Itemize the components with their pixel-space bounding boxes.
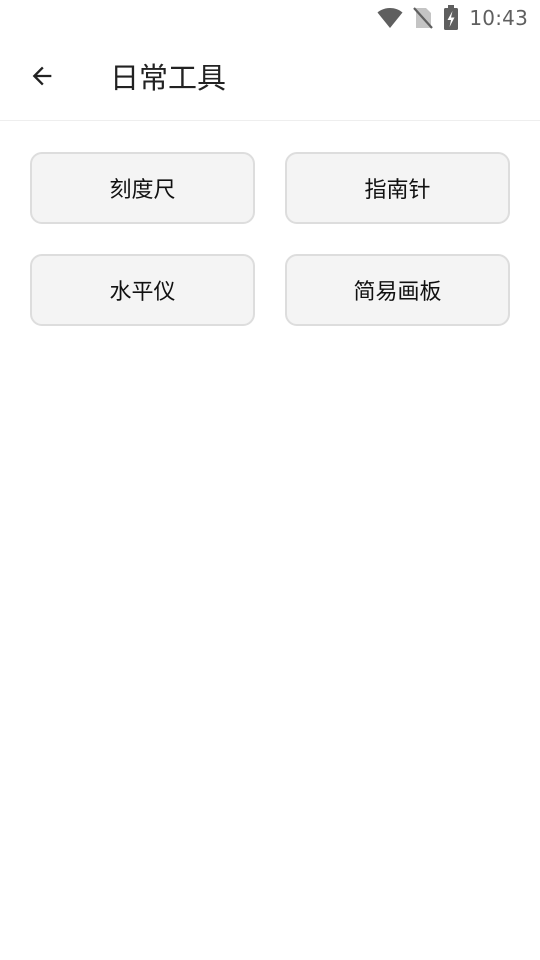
status-icons: 10:43	[377, 4, 528, 32]
arrow-left-icon	[28, 62, 56, 94]
back-button[interactable]	[18, 54, 66, 102]
app-bar: 日常工具	[0, 36, 540, 121]
no-sim-icon	[413, 6, 434, 30]
page-title: 日常工具	[110, 61, 227, 95]
tools-grid: 刻度尺 指南针 水平仪 简易画板	[30, 152, 510, 326]
compass-button[interactable]: 指南针	[285, 152, 510, 224]
wifi-icon	[377, 7, 403, 29]
level-button[interactable]: 水平仪	[30, 254, 255, 326]
status-time: 10:43	[469, 6, 528, 30]
battery-charging-icon	[443, 5, 459, 31]
sketchpad-button[interactable]: 简易画板	[285, 254, 510, 326]
status-bar: 10:43	[0, 0, 540, 36]
ruler-button[interactable]: 刻度尺	[30, 152, 255, 224]
